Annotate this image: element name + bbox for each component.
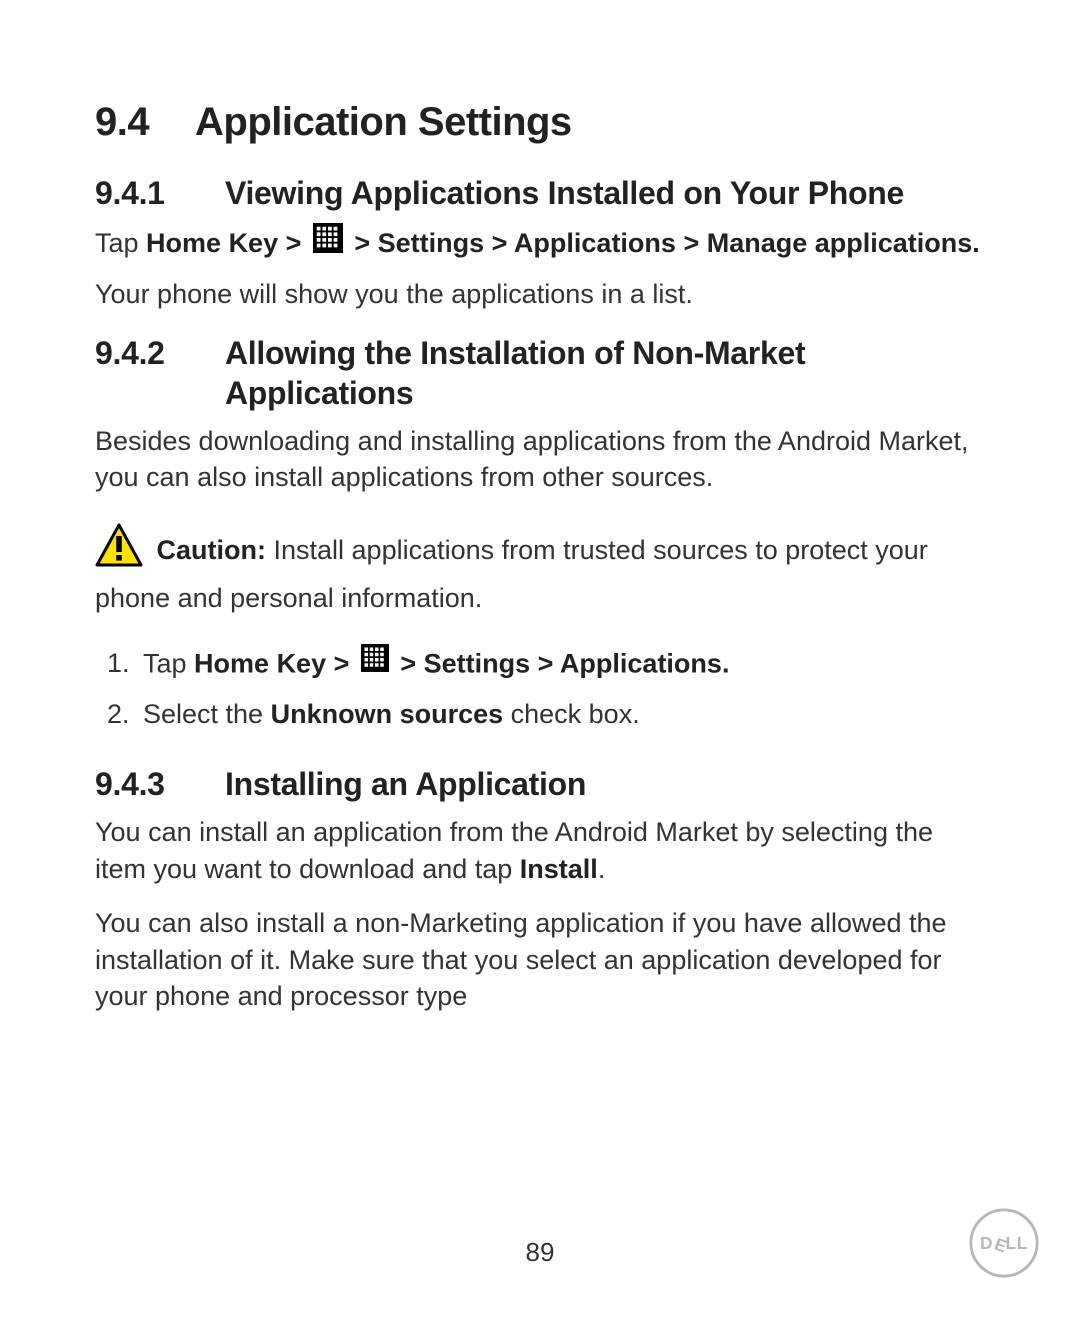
- warning-triangle-icon: [95, 523, 143, 576]
- subsection-title: Allowing the Installation of Non-Market …: [225, 333, 985, 413]
- page-number: 89: [0, 1237, 1080, 1268]
- caution-block: Caution: Install applications from trust…: [95, 523, 985, 617]
- section-title: Application Settings: [195, 100, 572, 145]
- step1-bold-b: > Settings > Applications.: [393, 648, 730, 678]
- subsection-number: 9.4.2: [95, 335, 225, 372]
- apps-grid-icon: [313, 223, 343, 262]
- body-9-4-3-p1: You can install an application from the …: [95, 814, 985, 887]
- subsection-number: 9.4.1: [95, 175, 225, 212]
- step-2: Select the Unknown sources check box.: [137, 696, 985, 734]
- step2-a: Select the: [143, 699, 271, 729]
- step1-prefix: Tap: [143, 648, 194, 678]
- section-heading-9-4: 9.4 Application Settings: [95, 100, 985, 145]
- step2-b: check box.: [503, 699, 640, 729]
- p1-b: .: [598, 854, 606, 884]
- subsection-heading-9-4-3: 9.4.3 Installing an Application: [95, 764, 985, 804]
- p1-a: You can install an application from the …: [95, 817, 933, 883]
- caution-label: Caution:: [157, 535, 266, 565]
- document-page: 9.4 Application Settings 9.4.1 Viewing A…: [0, 0, 1080, 1320]
- nav-bold-b: > Settings > Applications > Manage appli…: [347, 228, 980, 258]
- body-9-4-2: Besides downloading and installing appli…: [95, 423, 985, 496]
- dell-logo-icon: DELL: [968, 1207, 1040, 1284]
- subsection-heading-9-4-1: 9.4.1 Viewing Applications Installed on …: [95, 173, 985, 213]
- subsection-title: Viewing Applications Installed on Your P…: [225, 173, 904, 213]
- nav-path-9-4-1: Tap Home Key > > Settings > Applications…: [95, 223, 985, 266]
- subsection-title: Installing an Application: [225, 764, 586, 804]
- subsection-heading-9-4-2: 9.4.2 Allowing the Installation of Non-M…: [95, 333, 985, 413]
- section-number: 9.4: [95, 100, 195, 145]
- nav-prefix: Tap: [95, 228, 146, 258]
- subsection-number: 9.4.3: [95, 766, 225, 803]
- step1-bold-a: Home Key >: [194, 648, 357, 678]
- step-1: Tap Home Key > > Settings > Applications…: [137, 644, 985, 687]
- steps-9-4-2: Tap Home Key > > Settings > Applications…: [95, 644, 985, 735]
- svg-text:DELL: DELL: [980, 1233, 1028, 1257]
- body-9-4-1: Your phone will show you the application…: [95, 276, 985, 312]
- apps-grid-icon: [361, 644, 389, 683]
- nav-bold-a: Home Key >: [146, 228, 309, 258]
- p1-bold: Install: [520, 854, 598, 884]
- step2-bold: Unknown sources: [271, 699, 504, 729]
- body-9-4-3-p2: You can also install a non-Marketing app…: [95, 905, 985, 1014]
- caution-text: Caution: Install applications from trust…: [95, 523, 985, 617]
